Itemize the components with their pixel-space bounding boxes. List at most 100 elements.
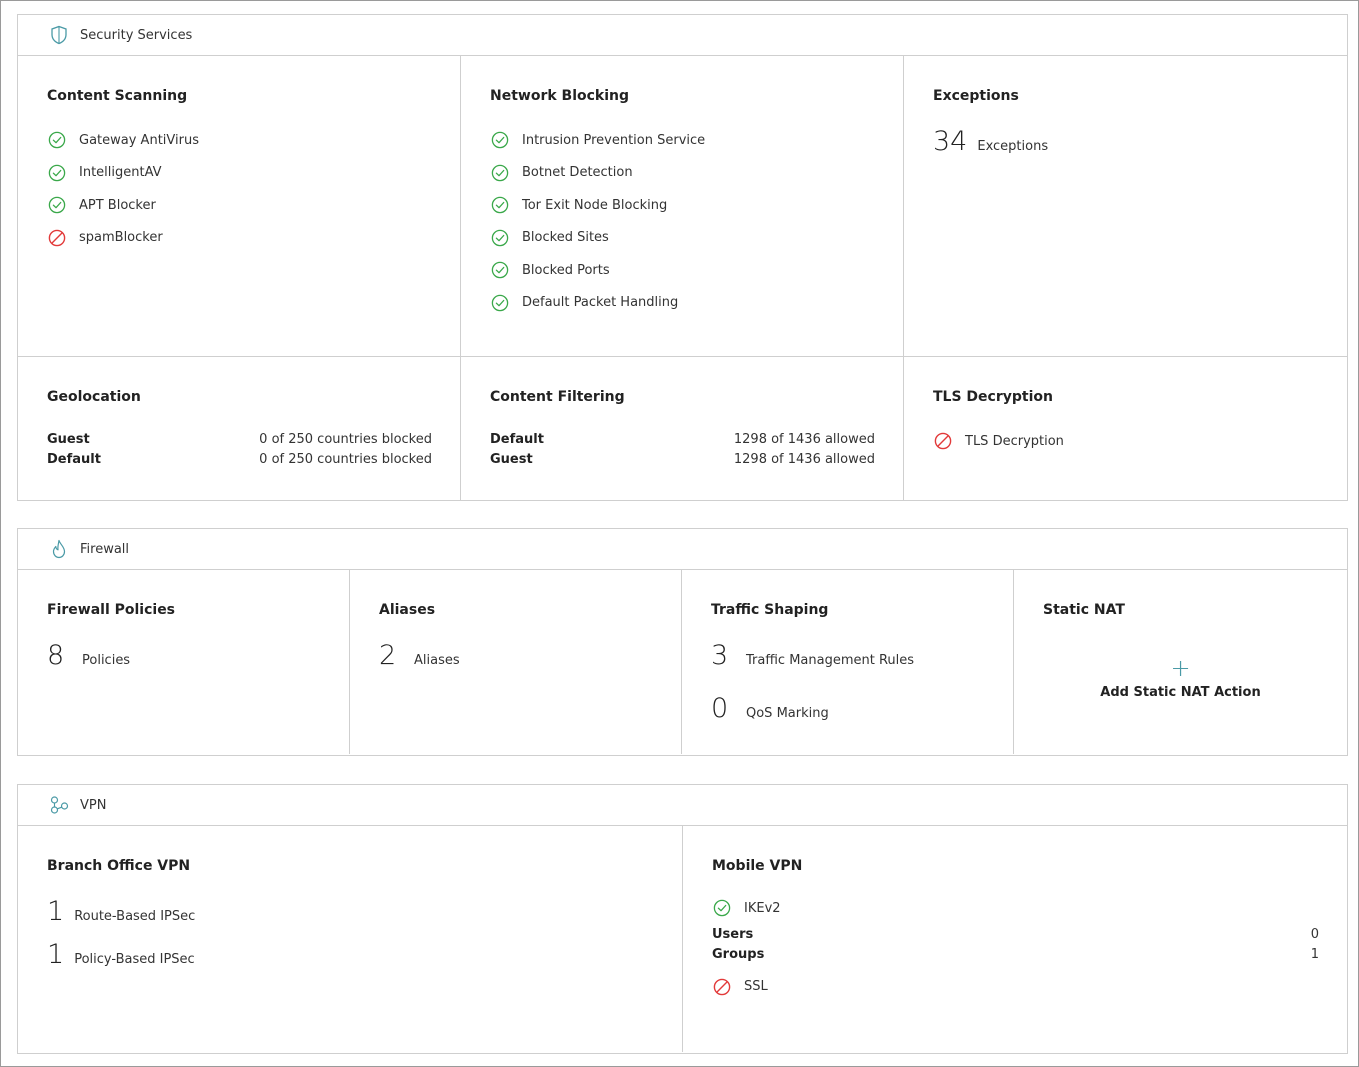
status-list: Intrusion Prevention Service Botnet Detec… <box>490 124 875 319</box>
policy-based-count: 1 <box>47 939 65 970</box>
security-services-section: Security Services Content Scanning Gatew… <box>17 14 1348 501</box>
vpn-header: VPN <box>18 785 1347 826</box>
kv-key: Default <box>47 452 101 467</box>
vpn-section: VPN Branch Office VPN 1 Route-Based IPSe… <box>17 784 1348 1054</box>
mobile-vpn-card[interactable]: Mobile VPN IKEv2 Users 0 Groups 1 SSL <box>683 826 1347 1052</box>
traffic-rules-count: 3 <box>711 640 729 671</box>
section-title: Firewall <box>80 541 130 557</box>
check-circle-icon <box>490 195 510 215</box>
traffic-rules-stat: 3 Traffic Management Rules <box>711 640 985 672</box>
status-item: Default Packet Handling <box>490 287 875 320</box>
card-title: Static NAT <box>1043 602 1125 618</box>
check-circle-icon <box>47 195 67 215</box>
policy-based-label: Policy-Based IPSec <box>74 952 195 967</box>
add-static-nat-button[interactable]: + Add Static NAT Action <box>1014 655 1347 700</box>
card-title: Content Filtering <box>490 389 625 405</box>
check-circle-icon <box>490 228 510 248</box>
route-based-stat: 1 Route-Based IPSec <box>47 896 654 928</box>
content-filtering-card[interactable]: Content Filtering Default 1298 of 1436 al… <box>461 357 904 500</box>
exceptions-card[interactable]: Exceptions 34 Exceptions <box>904 56 1347 357</box>
status-item: spamBlocker <box>47 222 432 255</box>
kv-list: Users 0 Groups 1 <box>712 925 1319 965</box>
branch-office-vpn-card[interactable]: Branch Office VPN 1 Route-Based IPSec 1 … <box>18 826 683 1052</box>
status-label: Intrusion Prevention Service <box>522 132 706 148</box>
qos-marking-count: 0 <box>711 693 729 724</box>
status-label: APT Blocker <box>79 197 156 213</box>
status-item: Blocked Ports <box>490 254 875 287</box>
kv-value: 0 of 250 countries blocked <box>259 432 432 447</box>
tls-decryption-card[interactable]: TLS Decryption TLS Decryption <box>904 357 1347 500</box>
aliases-card[interactable]: Aliases 2 Aliases <box>350 570 682 754</box>
content-scanning-card[interactable]: Content Scanning Gateway AntiVirus Intell… <box>18 56 461 357</box>
kv-list: Guest 0 of 250 countries blocked Default 0 … <box>47 430 432 470</box>
kv-key: Guest <box>47 432 90 447</box>
kv-key: Default <box>490 432 544 447</box>
kv-key: Groups <box>712 946 765 962</box>
status-label: Tor Exit Node Blocking <box>522 197 668 213</box>
card-title: Geolocation <box>47 389 141 405</box>
card-title: Network Blocking <box>490 88 630 104</box>
status-item: TLS Decryption <box>933 425 1319 458</box>
status-label: Blocked Sites <box>522 230 609 246</box>
firewall-header: Firewall <box>18 529 1347 570</box>
status-item: Blocked Sites <box>490 222 875 255</box>
static-nat-card: Static NAT + Add Static NAT Action <box>1014 570 1347 754</box>
status-label: SSL <box>744 979 768 995</box>
add-static-nat-label: Add Static NAT Action <box>1100 685 1261 700</box>
aliases-label: Aliases <box>414 653 460 668</box>
card-title: Aliases <box>379 602 436 618</box>
qos-marking-label: QoS Marking <box>746 706 829 721</box>
kv-value: 0 <box>1310 926 1319 942</box>
ssl-status: SSL <box>712 971 1319 1004</box>
card-title: Mobile VPN <box>712 858 803 874</box>
kv-key: Users <box>712 926 754 942</box>
flame-icon <box>48 538 70 560</box>
kv-row: Guest 0 of 250 countries blocked <box>47 430 432 450</box>
route-based-label: Route-Based IPSec <box>74 909 196 924</box>
section-title: VPN <box>80 797 107 813</box>
status-label: Botnet Detection <box>522 165 633 181</box>
network-blocking-card[interactable]: Network Blocking Intrusion Prevention Se… <box>461 56 904 357</box>
kv-key: Guest <box>490 452 533 467</box>
check-circle-icon <box>490 260 510 280</box>
check-circle-icon <box>47 130 67 150</box>
kv-value: 1 <box>1310 946 1319 962</box>
status-label: IKEv2 <box>744 900 781 916</box>
status-label: Blocked Ports <box>522 262 610 278</box>
check-circle-icon <box>490 293 510 313</box>
kv-value: 0 of 250 countries blocked <box>259 452 432 467</box>
status-list: TLS Decryption <box>933 425 1319 458</box>
kv-value: 1298 of 1436 allowed <box>733 432 875 447</box>
status-item: Intrusion Prevention Service <box>490 124 875 157</box>
traffic-shaping-card[interactable]: Traffic Shaping 3 Traffic Management Rul… <box>682 570 1014 754</box>
card-title: Exceptions <box>933 88 1019 104</box>
section-title: Security Services <box>80 27 193 43</box>
shield-icon <box>48 24 70 46</box>
status-item: SSL <box>712 971 1319 1004</box>
prohibited-icon <box>47 228 67 248</box>
status-item: Gateway AntiVirus <box>47 124 432 157</box>
kv-row: Default 1298 of 1436 allowed <box>490 430 875 450</box>
vpn-network-icon <box>48 794 70 816</box>
exceptions-count: 34 <box>933 126 968 157</box>
security-services-header: Security Services <box>18 15 1347 56</box>
status-list: Gateway AntiVirus IntelligentAV APT Blocke… <box>47 124 432 254</box>
card-title: Content Scanning <box>47 88 188 104</box>
check-circle-icon <box>490 163 510 183</box>
prohibited-icon <box>712 977 732 997</box>
firewall-policies-card[interactable]: Firewall Policies 8 Policies <box>18 570 350 754</box>
status-item: IKEv2 <box>712 892 1319 925</box>
status-label: IntelligentAV <box>79 165 162 181</box>
status-label: Gateway AntiVirus <box>79 132 199 148</box>
geolocation-card[interactable]: Geolocation Guest 0 of 250 countries bloc… <box>18 357 461 500</box>
kv-row: Users 0 <box>712 925 1319 945</box>
check-circle-icon <box>712 898 732 918</box>
card-title: Traffic Shaping <box>711 602 829 618</box>
status-item: Tor Exit Node Blocking <box>490 189 875 222</box>
status-item: APT Blocker <box>47 189 432 222</box>
policies-label: Policies <box>82 653 131 668</box>
kv-row: Groups 1 <box>712 945 1319 965</box>
card-title: Firewall Policies <box>47 602 176 618</box>
status-label: spamBlocker <box>79 230 163 246</box>
status-item: Botnet Detection <box>490 157 875 190</box>
